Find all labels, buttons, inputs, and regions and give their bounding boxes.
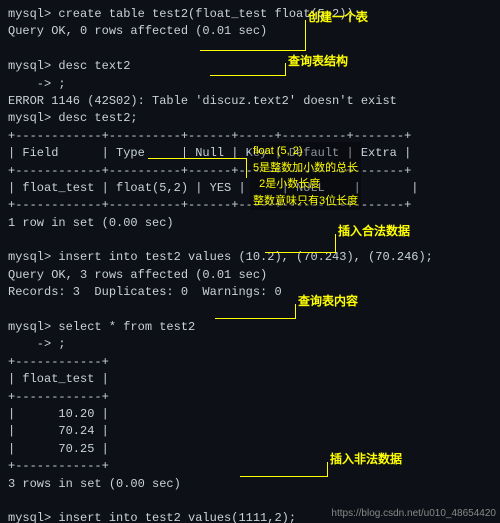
annotation-create-table: 创建一个表: [308, 8, 368, 25]
terminal-line-6: ERROR 1146 (42S02): Table 'discuz.text2'…: [8, 93, 492, 110]
terminal-line-15: mysql> insert into test2 values (10.2), …: [8, 249, 492, 266]
terminal-line-14: [8, 232, 492, 249]
arrow-illegal-h: [240, 476, 328, 477]
terminal-line-20: -> ;: [8, 336, 492, 353]
terminal-line-16: Query OK, 3 rows affected (0.01 sec): [8, 267, 492, 284]
terminal-line-28: 3 rows in set (0.00 sec): [8, 476, 492, 493]
terminal-line-4: mysql> desc text2: [8, 58, 492, 75]
terminal-line-1: mysql> create table test2(float_test flo…: [8, 6, 492, 23]
annotation-float-box: float (5, 2)5是整数加小数的总长 2是小数长度整数意味只有3位长度: [250, 142, 361, 210]
terminal-line-19: mysql> select * from test2: [8, 319, 492, 336]
terminal-line-22: | float_test |: [8, 371, 492, 388]
terminal-line-25: | 70.24 |: [8, 423, 492, 440]
arrow-desc-h: [210, 75, 286, 76]
arrow-insert-v: [335, 234, 336, 252]
terminal-line-2: Query OK, 0 rows affected (0.01 sec): [8, 23, 492, 40]
arrow-float-h: [148, 158, 247, 159]
arrow-insert-h: [265, 252, 336, 253]
terminal-line-18: [8, 302, 492, 319]
arrow-select-v: [295, 304, 296, 318]
arrow-create-h: [200, 50, 306, 51]
watermark: https://blog.csdn.net/u010_48654420: [331, 508, 496, 519]
terminal-line-7: mysql> desc test2;: [8, 110, 492, 127]
terminal-line-24: | 10.20 |: [8, 406, 492, 423]
arrow-float-v: [246, 158, 247, 178]
arrow-create: [305, 20, 306, 50]
terminal-line-17: Records: 3 Duplicates: 0 Warnings: 0: [8, 284, 492, 301]
terminal: mysql> create table test2(float_test flo…: [0, 0, 500, 523]
terminal-line-23: +------------+: [8, 389, 492, 406]
annotation-select: 查询表内容: [298, 292, 358, 309]
terminal-line-26: | 70.25 |: [8, 441, 492, 458]
arrow-select-h: [215, 318, 296, 319]
terminal-line-5: -> ;: [8, 76, 492, 93]
arrow-desc-v: [285, 63, 286, 75]
terminal-line-13: 1 row in set (0.00 sec): [8, 215, 492, 232]
arrow-illegal-v: [327, 462, 328, 476]
annotation-desc: 查询表结构: [288, 52, 348, 69]
annotation-illegal-insert: 插入非法数据: [330, 450, 402, 467]
annotation-insert: 插入合法数据: [338, 222, 410, 239]
terminal-line-27: +------------+: [8, 458, 492, 475]
terminal-line-21: +------------+: [8, 354, 492, 371]
